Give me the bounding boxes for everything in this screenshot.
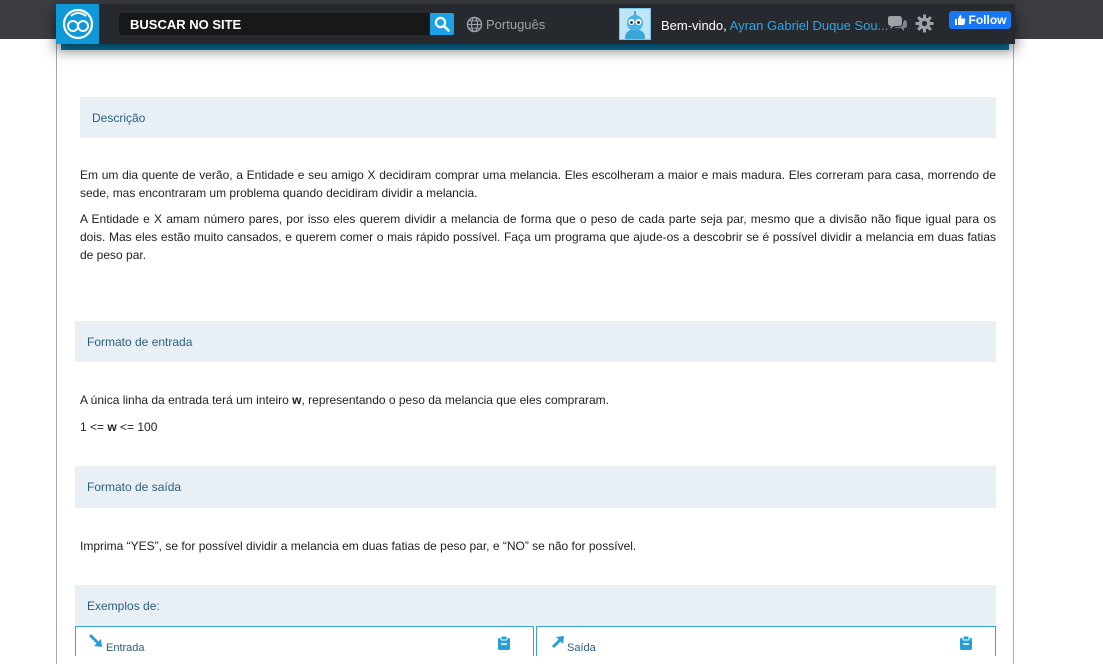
site-header: Português Bem-vindo, Ayran Gabriel Duque… xyxy=(56,4,1015,44)
header-accent-bar xyxy=(61,44,1009,50)
input-format-heading: Formato de entrada xyxy=(75,321,996,362)
arrow-icon xyxy=(88,633,102,647)
follow-label: Follow xyxy=(968,13,1007,27)
welcome-text: Bem-vindo, Ayran Gabriel Duque Sou... xyxy=(661,18,888,33)
welcome-prefix: Bem-vindo, xyxy=(661,18,727,33)
description-paragraph-1: Em um dia quente de verão, a Entidade e … xyxy=(80,168,996,200)
search-box xyxy=(119,13,430,35)
user-name-link[interactable]: Ayran Gabriel Duque Sou... xyxy=(730,18,889,33)
description-heading: Descrição xyxy=(80,97,996,138)
language-label: Português xyxy=(486,17,546,32)
chat-icon[interactable] xyxy=(886,15,908,38)
constraint-variable: w xyxy=(107,420,117,434)
clipboard-icon[interactable] xyxy=(497,635,511,651)
input-line-before: A única linha da entrada terá um inteiro xyxy=(80,393,293,407)
description-paragraph-2: A Entidade e X amam número pares, por is… xyxy=(80,212,996,262)
gear-icon[interactable] xyxy=(915,14,934,38)
search-input[interactable] xyxy=(119,13,430,35)
search-icon xyxy=(434,16,450,32)
output-format-paragraph: Imprima “YES”, se for possível dividir a… xyxy=(80,539,637,553)
input-format-line: A única linha da entrada terá um inteiro… xyxy=(80,391,996,409)
follow-button[interactable]: Follow xyxy=(949,11,1011,29)
globe-icon xyxy=(466,16,483,33)
thumbs-up-icon xyxy=(954,15,965,25)
example-output-box: Saída xyxy=(536,626,996,656)
logo-icon[interactable] xyxy=(56,4,99,44)
input-line-after: , representando o peso da melancia que e… xyxy=(301,393,609,407)
examples-heading: Exemplos de: xyxy=(75,585,996,626)
avatar[interactable] xyxy=(619,8,651,40)
example-input-box: Entrada xyxy=(75,626,534,656)
language-selector[interactable]: Português xyxy=(466,16,545,33)
constraint-before: 1 <= xyxy=(80,420,108,434)
constraint-after: <= 100 xyxy=(116,420,158,434)
arrow-icon xyxy=(551,636,564,649)
output-format-heading: Formato de saída xyxy=(75,466,996,508)
example-output-label: Saída xyxy=(567,642,596,654)
example-input-label: Entrada xyxy=(106,642,145,654)
input-constraint: 1 <= w <= 100 xyxy=(80,418,996,436)
clipboard-icon[interactable] xyxy=(959,635,973,651)
search-button[interactable] xyxy=(430,13,454,35)
